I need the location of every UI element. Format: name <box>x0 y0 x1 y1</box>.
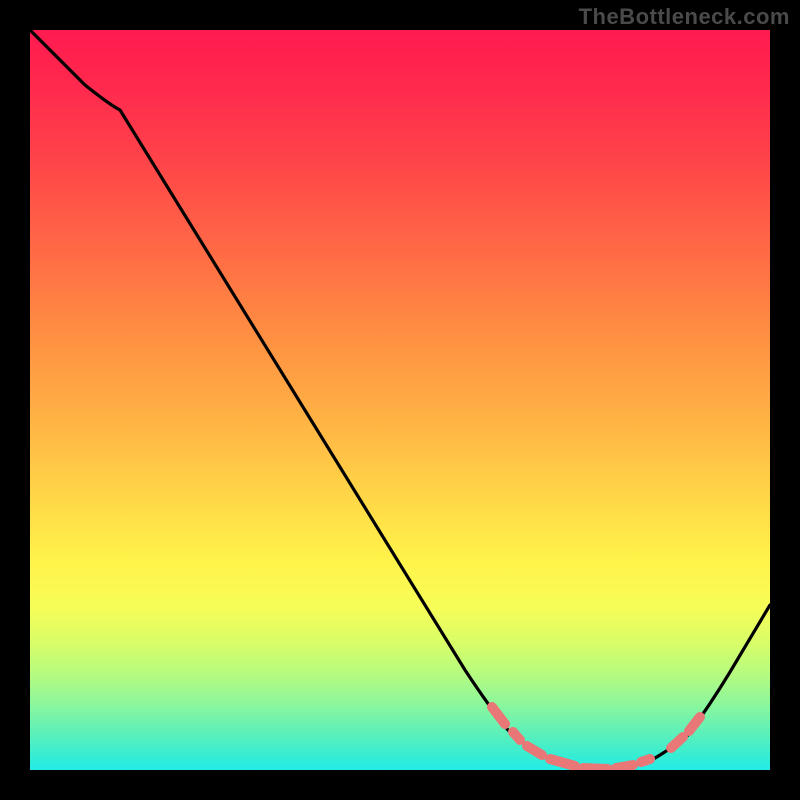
watermark-text: TheBottleneck.com <box>579 4 790 30</box>
bottleneck-curve <box>30 30 770 770</box>
marker-dash <box>583 768 608 769</box>
marker-dash <box>616 765 633 768</box>
marker-dash <box>527 746 542 755</box>
chart-frame: TheBottleneck.com <box>0 0 800 800</box>
marker-dash <box>513 732 520 740</box>
plot-area <box>30 30 770 770</box>
optimal-range-markers <box>492 707 700 769</box>
marker-dash <box>671 737 683 748</box>
marker-dash <box>641 759 650 762</box>
marker-dash <box>550 759 575 766</box>
marker-dash <box>492 707 505 724</box>
curve-layer <box>30 30 770 770</box>
marker-dash <box>689 717 700 731</box>
